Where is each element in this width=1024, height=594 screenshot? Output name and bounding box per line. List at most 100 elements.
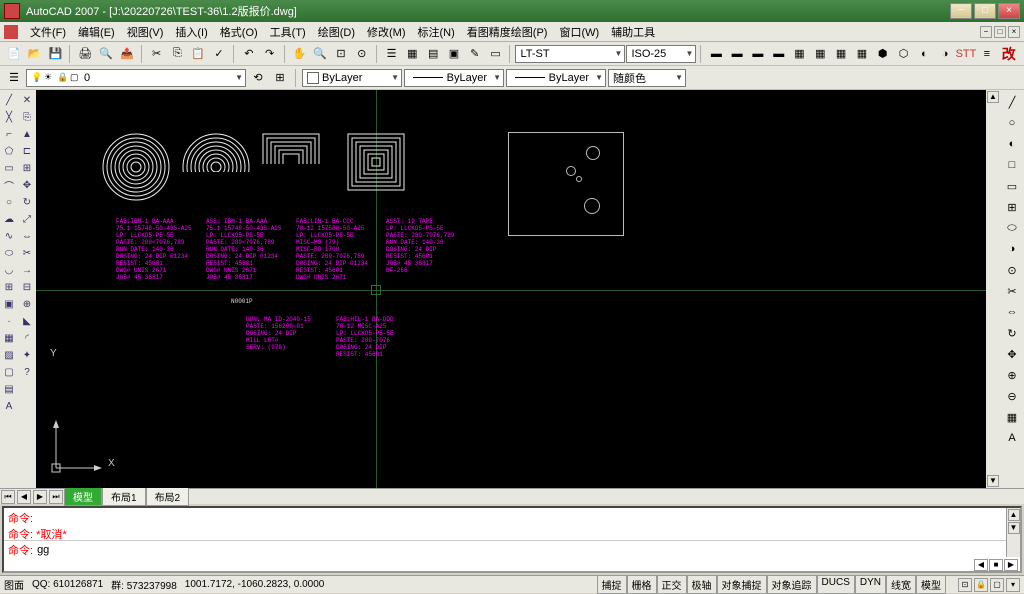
- menu-file[interactable]: 文件(F): [24, 22, 72, 42]
- tab-last[interactable]: ⏭: [49, 490, 63, 504]
- rtool-15[interactable]: ⊖: [1002, 386, 1022, 406]
- ext-btn-6[interactable]: ▦: [810, 44, 830, 64]
- rtool-8[interactable]: ◑: [1002, 239, 1022, 259]
- rtool-11[interactable]: ⇔: [1002, 302, 1022, 322]
- tab-model[interactable]: 模型: [64, 487, 102, 506]
- rtool-16[interactable]: ▦: [1002, 407, 1022, 427]
- ellipse-arc-tool[interactable]: ◡: [1, 262, 17, 278]
- rtool-3[interactable]: ◐: [1002, 134, 1022, 154]
- insert-tool[interactable]: ⊞: [1, 279, 17, 295]
- break-tool[interactable]: ⊟: [19, 279, 35, 295]
- mirror-tool[interactable]: ▲: [19, 126, 35, 142]
- status-icon-lock[interactable]: 🔒: [974, 578, 988, 592]
- cmd-hscroll-right[interactable]: ▶: [1004, 559, 1018, 571]
- status-toggle-9[interactable]: 模型: [916, 575, 946, 594]
- cmd-scroll-down[interactable]: ▼: [1008, 522, 1020, 534]
- sheet-button[interactable]: ▣: [444, 44, 464, 64]
- ext-btn-2[interactable]: ▬: [727, 44, 747, 64]
- publish-button[interactable]: 📤: [117, 44, 137, 64]
- ext-btn-1[interactable]: ▬: [706, 44, 726, 64]
- doc-minimize[interactable]: −: [980, 26, 992, 38]
- trim-tool[interactable]: ✂: [19, 245, 35, 261]
- chamfer-tool[interactable]: ◣: [19, 313, 35, 329]
- menu-window[interactable]: 窗口(W): [553, 22, 605, 42]
- preview-button[interactable]: 🔍: [96, 44, 116, 64]
- properties-button[interactable]: ☰: [382, 44, 402, 64]
- cut-button[interactable]: ✂: [147, 44, 167, 64]
- ext-btn-12[interactable]: ◑: [935, 44, 955, 64]
- erase-tool[interactable]: ✕: [19, 92, 35, 108]
- markup-button[interactable]: ✎: [465, 44, 485, 64]
- status-toggle-2[interactable]: 正交: [657, 575, 687, 594]
- zoom-win-button[interactable]: ⊡: [331, 44, 351, 64]
- status-icon-comm[interactable]: ⊡: [958, 578, 972, 592]
- rtool-12[interactable]: ↻: [1002, 323, 1022, 343]
- menu-draw[interactable]: 绘图(D): [312, 22, 361, 42]
- canvas-vscroll[interactable]: ▲ ▼: [986, 90, 1000, 488]
- ext-btn-3[interactable]: ▬: [748, 44, 768, 64]
- layer-state-button[interactable]: ⊞: [270, 68, 290, 88]
- layer-dropdown[interactable]: 💡 ☀ 🔒 ▢ 0: [26, 69, 246, 87]
- ext-btn-5[interactable]: ▦: [790, 44, 810, 64]
- extend-tool[interactable]: →: [19, 262, 35, 278]
- spline-tool[interactable]: ∿: [1, 228, 17, 244]
- status-toggle-1[interactable]: 栅格: [627, 575, 657, 594]
- status-toggle-8[interactable]: 线宽: [886, 575, 916, 594]
- rectangle-tool[interactable]: ▭: [1, 160, 17, 176]
- doc-restore[interactable]: □: [994, 26, 1006, 38]
- block-tool[interactable]: ▣: [1, 296, 17, 312]
- status-toggle-0[interactable]: 捕捉: [597, 575, 627, 594]
- table-tool[interactable]: ▤: [1, 381, 17, 397]
- explode-tool[interactable]: ✦: [19, 347, 35, 363]
- tpalette-button[interactable]: ▤: [423, 44, 443, 64]
- pan-button[interactable]: ✋: [290, 44, 310, 64]
- rtool-13[interactable]: ✥: [1002, 344, 1022, 364]
- tab-layout2[interactable]: 布局2: [146, 487, 190, 506]
- scale-tool[interactable]: ⤢: [19, 211, 35, 227]
- zoom-prev-button[interactable]: ⊙: [352, 44, 372, 64]
- stretch-tool[interactable]: ⇔: [19, 228, 35, 244]
- revcloud-tool[interactable]: ☁: [1, 211, 17, 227]
- cmd-scroll-up[interactable]: ▲: [1008, 509, 1020, 521]
- hatch-tool[interactable]: ▦: [1, 330, 17, 346]
- ext-btn-7[interactable]: ▦: [831, 44, 851, 64]
- tab-next[interactable]: ▶: [33, 490, 47, 504]
- ext-btn-14[interactable]: ≡: [977, 44, 997, 64]
- rtool-4[interactable]: □: [1002, 155, 1022, 175]
- copy-button[interactable]: ⎘: [168, 44, 188, 64]
- status-toggle-3[interactable]: 极轴: [687, 575, 717, 594]
- status-toggle-4[interactable]: 对象捕捉: [717, 575, 767, 594]
- layer-prev-button[interactable]: ⟲: [248, 68, 268, 88]
- close-button[interactable]: ×: [998, 3, 1020, 19]
- ext-btn-8[interactable]: ▦: [852, 44, 872, 64]
- new-button[interactable]: 📄: [4, 44, 24, 64]
- ext-btn-4[interactable]: ▬: [769, 44, 789, 64]
- layer-mgr-button[interactable]: ☰: [4, 68, 24, 88]
- menu-dimension[interactable]: 标注(N): [412, 22, 461, 42]
- open-button[interactable]: 📂: [25, 44, 45, 64]
- join-tool[interactable]: ⊕: [19, 296, 35, 312]
- pline-tool[interactable]: ⌐: [1, 126, 17, 142]
- lineweight-dropdown[interactable]: ByLayer: [506, 69, 606, 87]
- vscroll-up[interactable]: ▲: [987, 91, 999, 103]
- menu-tools[interactable]: 工具(T): [264, 22, 312, 42]
- mtext-tool[interactable]: A: [1, 398, 17, 414]
- calc-button[interactable]: ▭: [486, 44, 506, 64]
- region-tool[interactable]: ▢: [1, 364, 17, 380]
- cmd-vscroll[interactable]: ▲ ▼: [1006, 508, 1020, 557]
- rtool-6[interactable]: ⊞: [1002, 197, 1022, 217]
- plot-style-dropdown[interactable]: 随颜色: [608, 69, 686, 87]
- menu-view[interactable]: 视图(V): [121, 22, 170, 42]
- rotate-tool[interactable]: ↻: [19, 194, 35, 210]
- rtool-7[interactable]: ⬭: [1002, 218, 1022, 238]
- menu-insert[interactable]: 插入(I): [169, 22, 213, 42]
- ext-btn-11[interactable]: ◐: [914, 44, 934, 64]
- array-tool[interactable]: ⊞: [19, 160, 35, 176]
- ext-btn-13[interactable]: STT: [956, 44, 976, 64]
- dcenter-button[interactable]: ▦: [402, 44, 422, 64]
- arc-tool[interactable]: ⌒: [1, 177, 17, 193]
- ellipse-tool[interactable]: ⬭: [1, 245, 17, 261]
- point-tool[interactable]: ·: [1, 313, 17, 329]
- menu-help[interactable]: 辅助工具: [605, 22, 661, 42]
- save-button[interactable]: 💾: [46, 44, 66, 64]
